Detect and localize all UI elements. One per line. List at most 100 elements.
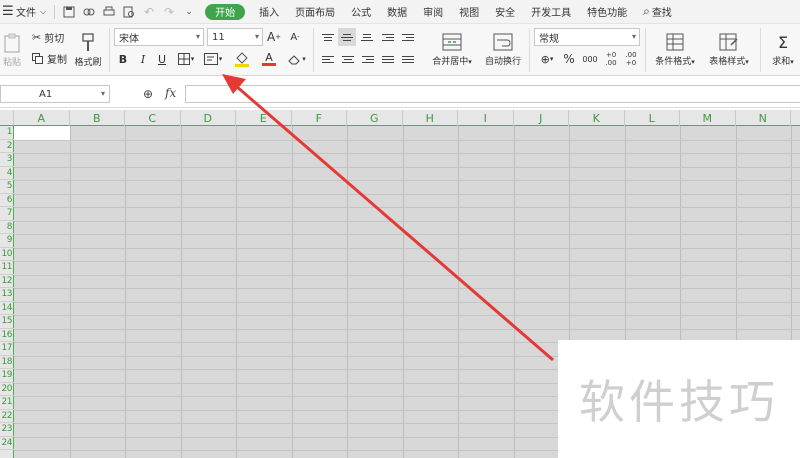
row-header-20[interactable]: 20 (0, 383, 14, 396)
column-header-e[interactable]: E (236, 110, 292, 126)
formula-input[interactable] (185, 85, 800, 103)
tab-formulas[interactable]: 公式 (343, 0, 379, 24)
row-header-4[interactable]: 4 (0, 167, 14, 180)
align-center-button[interactable] (340, 52, 356, 66)
align-right-button[interactable] (360, 52, 376, 66)
row-header-2[interactable]: 2 (0, 140, 14, 153)
column-header-b[interactable]: B (70, 110, 125, 126)
row-header-19[interactable]: 19 (0, 369, 14, 383)
tab-special-features[interactable]: 特色功能 (579, 0, 635, 24)
cut-button[interactable]: ✂ 剪切 (32, 29, 64, 45)
justify-button[interactable] (380, 52, 396, 66)
name-box[interactable]: A1 ▾ (0, 85, 110, 103)
currency-icon[interactable]: ⊕ ▾ (536, 51, 558, 67)
column-header-n[interactable]: N (736, 110, 791, 126)
align-middle-button[interactable] (338, 28, 356, 46)
row-header-24[interactable]: 24 (0, 437, 14, 450)
search-button[interactable]: ⌕ 查找 (635, 0, 680, 24)
underline-button[interactable]: U (155, 51, 169, 67)
thousands-button[interactable]: 000 (580, 51, 600, 67)
row-header-12[interactable]: 12 (0, 275, 14, 288)
align-left-button[interactable] (320, 52, 336, 66)
decrease-font-size-button[interactable]: A- (287, 29, 303, 45)
decrease-decimal-button[interactable]: .00 +0 (622, 49, 640, 69)
tab-data[interactable]: 数据 (379, 0, 415, 24)
active-cell[interactable] (14, 126, 70, 140)
decrease-indent-button[interactable] (380, 30, 396, 44)
fill-color-icon[interactable] (231, 50, 253, 68)
link-icon[interactable] (79, 6, 99, 18)
wrap-text-button[interactable]: 自动换行 (482, 28, 524, 72)
percent-button[interactable]: % (561, 51, 577, 67)
column-header-d[interactable]: D (181, 110, 236, 126)
row-header-9[interactable]: 9 (0, 234, 14, 248)
tab-home[interactable]: 开始 (205, 3, 246, 20)
column-header-m[interactable]: M (680, 110, 736, 126)
row-header-13[interactable]: 13 (0, 288, 14, 302)
save-icon[interactable] (59, 6, 79, 18)
font-name-select[interactable]: 宋体 ▾ (114, 28, 204, 46)
format-painter-button[interactable]: 格式刷 (72, 28, 104, 72)
font-size-select[interactable]: 11 ▾ (207, 28, 263, 46)
column-header-i[interactable]: I (458, 110, 514, 126)
print-preview-icon[interactable] (119, 6, 139, 18)
redo-icon[interactable]: ↷ (159, 5, 179, 19)
row-header-16[interactable]: 16 (0, 329, 14, 342)
row-header-15[interactable]: 15 (0, 315, 14, 329)
row-header-11[interactable]: 11 (0, 261, 14, 275)
tab-security[interactable]: 安全 (487, 0, 523, 24)
row-header-6[interactable]: 6 (0, 194, 14, 207)
zoom-icon[interactable]: ⊕ (143, 87, 153, 101)
align-bottom-button[interactable] (359, 30, 375, 44)
row-header-21[interactable]: 21 (0, 396, 14, 410)
border-icon[interactable]: ▾ (175, 51, 197, 67)
tab-page-layout[interactable]: 页面布局 (287, 0, 343, 24)
cell-style-icon[interactable]: ▾ (202, 51, 224, 67)
paste-button[interactable]: 粘贴 (0, 28, 24, 72)
column-header-g[interactable]: G (347, 110, 403, 126)
row-header-18[interactable]: 18 (0, 356, 14, 369)
undo-icon[interactable]: ↶ (139, 5, 159, 19)
row-header-23[interactable]: 23 (0, 423, 14, 437)
sum-button[interactable]: Σ 求和▾ (766, 28, 800, 72)
row-header-7[interactable]: 7 (0, 207, 14, 221)
row-header-17[interactable]: 17 (0, 342, 14, 356)
column-header-k[interactable]: K (569, 110, 625, 126)
customize-toolbar-icon[interactable]: ⌄ (179, 7, 199, 17)
tab-developer[interactable]: 开发工具 (523, 0, 579, 24)
tab-view[interactable]: 视图 (451, 0, 487, 24)
row-header-22[interactable]: 22 (0, 410, 14, 423)
column-header-j[interactable]: J (514, 110, 569, 126)
row-header-5[interactable]: 5 (0, 180, 14, 194)
align-top-button[interactable] (320, 30, 336, 44)
conditional-format-button[interactable]: 条件格式▾ (650, 28, 700, 72)
increase-indent-button[interactable] (400, 30, 416, 44)
distributed-button[interactable] (400, 52, 416, 66)
select-all-corner[interactable] (0, 110, 14, 126)
fx-icon[interactable]: fx (165, 86, 176, 100)
column-header-f[interactable]: F (292, 110, 347, 126)
row-header-1[interactable]: 1 (0, 126, 14, 140)
hamburger-icon[interactable]: ☰ (0, 0, 14, 24)
copy-button[interactable]: 复制 (32, 50, 67, 66)
column-header-l[interactable]: L (625, 110, 680, 126)
font-color-icon[interactable]: A (258, 50, 280, 68)
column-header-h[interactable]: H (403, 110, 458, 126)
table-style-button[interactable]: 表格样式▾ (704, 28, 754, 72)
column-header-a[interactable]: A (14, 110, 70, 126)
number-format-select[interactable]: 常规 ▾ (534, 28, 640, 46)
column-header-c[interactable]: C (125, 110, 181, 126)
tab-insert[interactable]: 插入 (251, 0, 287, 24)
increase-font-size-button[interactable]: A + (266, 29, 282, 45)
print-icon[interactable] (99, 6, 119, 18)
row-header-10[interactable]: 10 (0, 248, 14, 261)
row-header-14[interactable]: 14 (0, 302, 14, 315)
tab-review[interactable]: 审阅 (415, 0, 451, 24)
merge-center-button[interactable]: 合并居中▾ (428, 28, 476, 72)
eraser-icon[interactable]: ▾ (286, 51, 308, 67)
italic-button[interactable]: I (136, 51, 150, 67)
bold-button[interactable]: B (116, 51, 130, 67)
file-menu[interactable]: 文件 ⌵ (14, 0, 50, 24)
row-header-3[interactable]: 3 (0, 153, 14, 167)
row-header-8[interactable]: 8 (0, 221, 14, 234)
